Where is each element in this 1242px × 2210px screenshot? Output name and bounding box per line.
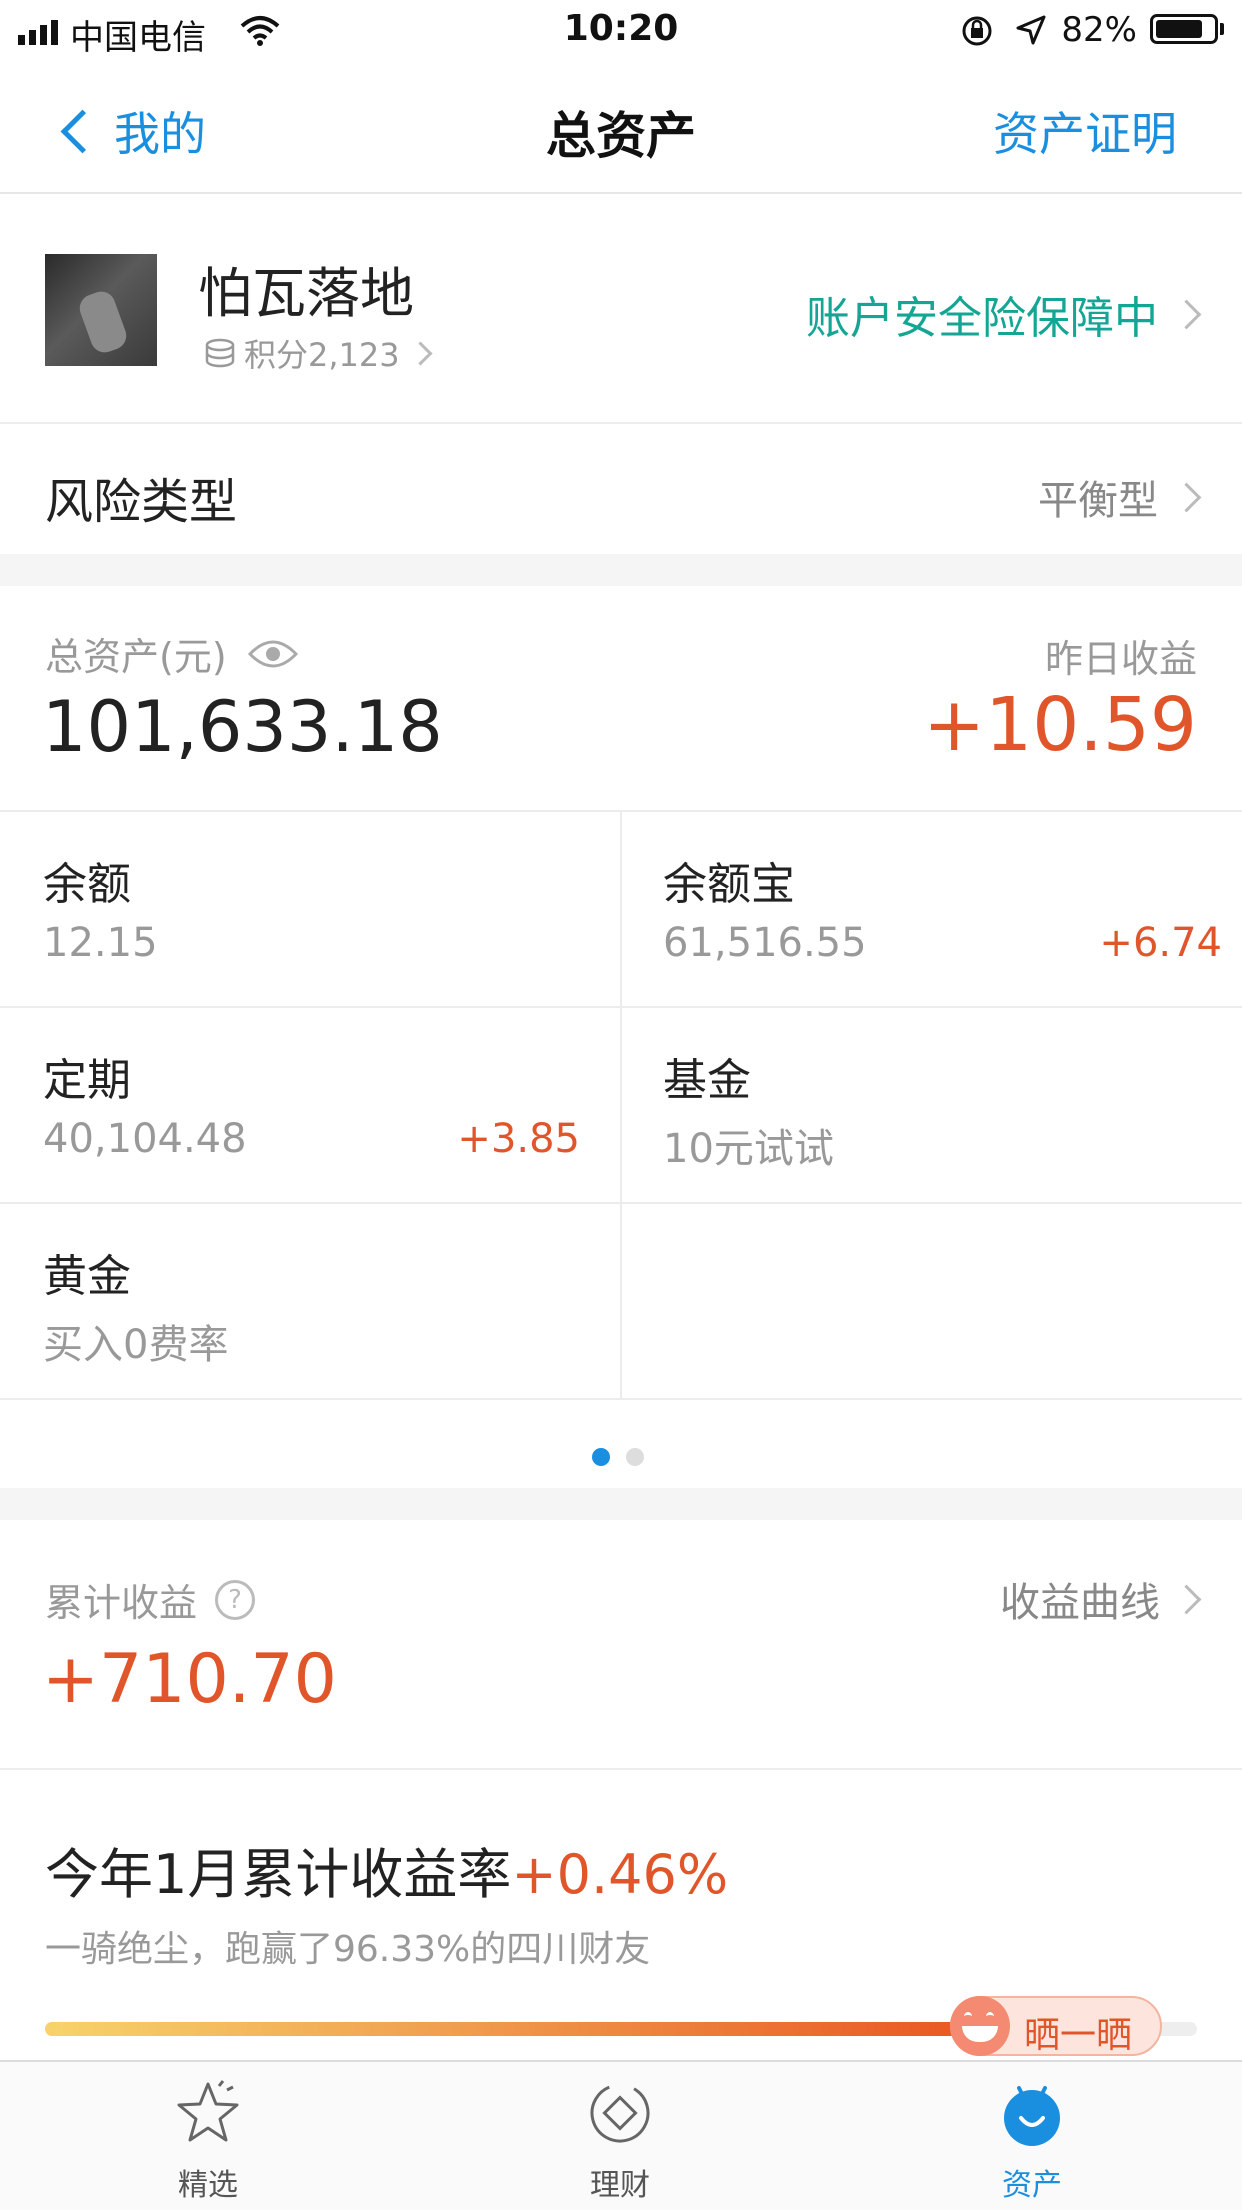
page-dot [626, 1448, 644, 1466]
tab-assets[interactable]: 资产 [932, 2078, 1132, 2204]
asset-cell-fund[interactable]: 基金 10元试试 [622, 1008, 1242, 1202]
cell-value: 买入0费率 [43, 1322, 229, 1368]
nav-bar: 我的 总资产 资产证明 [0, 62, 1242, 194]
cumulative-label: 累计收益 [45, 1581, 198, 1625]
risk-value: 平衡型 [1038, 478, 1158, 524]
divider [0, 1398, 1242, 1400]
rate-value: +0.46% [511, 1843, 729, 1906]
asset-cell-fixed-term[interactable]: 定期 40,104.48 +3.85 [0, 1008, 620, 1202]
cell-increment: +6.74 [1099, 920, 1222, 966]
tab-label: 精选 [178, 2168, 238, 2203]
asset-proof-link[interactable]: 资产证明 [993, 98, 1177, 164]
page-dot-active [592, 1448, 610, 1466]
rate-section: 今年1月累计收益率+0.46% 一骑绝尘，跑赢了96.33%的四川财友 晒一晒 [0, 1770, 1242, 2060]
coins-icon [205, 338, 235, 368]
divider [620, 812, 622, 1398]
profile-section: 怕瓦落地 积分2,123 账户安全险保障中 [0, 194, 1242, 422]
help-icon[interactable]: ? [215, 1579, 256, 1620]
star-icon [177, 2080, 239, 2142]
user-name: 怕瓦落地 [198, 262, 414, 325]
battery-percent: 82% [1061, 10, 1137, 50]
income-curve-link[interactable]: 收益曲线 [1000, 1570, 1202, 1628]
cell-value: 40,104.48 [43, 1116, 247, 1162]
risk-type-row[interactable]: 风险类型 平衡型 [0, 424, 1242, 554]
tab-bar: 精选 理财 资产 [0, 2060, 1242, 2210]
cell-title: 定期 [43, 1055, 131, 1106]
chevron-right-icon [408, 340, 433, 366]
rotation-lock-icon [962, 16, 992, 46]
cell-increment: +3.85 [457, 1116, 580, 1162]
share-label: 晒一晒 [1024, 2015, 1133, 2056]
points-label: 积分2,123 [244, 336, 400, 374]
total-assets-label-row: 总资产(元) [45, 626, 299, 681]
clock: 10:20 [563, 8, 679, 49]
location-arrow-icon [1016, 15, 1046, 45]
cell-value: 61,516.55 [663, 920, 867, 966]
cell-title: 余额宝 [663, 859, 795, 910]
chevron-right-icon [1171, 1584, 1202, 1614]
tab-finance[interactable]: 理财 [520, 2078, 720, 2204]
risk-label: 风险类型 [45, 474, 238, 530]
asset-cell-yuebao[interactable]: 余额宝 61,516.55 +6.74 [622, 812, 1242, 1006]
rank-progress-fill [45, 2022, 1022, 2036]
assets-icon [1004, 2086, 1060, 2146]
eye-icon[interactable] [247, 636, 299, 672]
cell-title: 余额 [43, 859, 131, 910]
grin-face-icon [950, 1996, 1010, 2056]
total-assets-value: 101,633.18 [42, 686, 443, 768]
rate-title: 今年1月累计收益率 [45, 1843, 512, 1906]
cumulative-label-row: 累计收益 ? [45, 1572, 256, 1627]
asset-cell-gold[interactable]: 黄金 买入0费率 [0, 1204, 620, 1398]
rate-headline: 今年1月累计收益率+0.46% [45, 1830, 728, 1909]
cell-value: 10元试试 [663, 1126, 834, 1172]
points-link[interactable]: 积分2,123 [204, 330, 433, 376]
avatar[interactable] [45, 254, 157, 366]
chevron-right-icon [1171, 299, 1202, 329]
cell-title: 基金 [663, 1055, 751, 1106]
finance-icon [590, 2083, 650, 2143]
share-button[interactable]: 晒一晒 [950, 1996, 1162, 2056]
yesterday-income-value: +10.59 [923, 682, 1197, 768]
risk-value-group: 平衡型 [1038, 468, 1202, 526]
cumulative-section: 累计收益 ? 收益曲线 +710.70 [0, 1520, 1242, 1768]
tab-label: 资产 [1002, 2168, 1062, 2203]
yesterday-label: 昨日收益 [1044, 637, 1197, 681]
cumulative-value: +710.70 [42, 1640, 337, 1719]
income-curve-label: 收益曲线 [1000, 1580, 1160, 1626]
rate-subtitle: 一骑绝尘，跑赢了96.33%的四川财友 [45, 1929, 651, 1970]
tab-featured[interactable]: 精选 [108, 2078, 308, 2204]
chevron-right-icon [1171, 482, 1202, 512]
page-indicator[interactable] [592, 1448, 644, 1466]
asset-cell-balance[interactable]: 余额 12.15 [0, 812, 620, 1006]
battery-icon [1150, 14, 1218, 44]
total-assets-label: 总资产(元) [45, 635, 227, 679]
insurance-link[interactable]: 账户安全险保障中 [806, 282, 1202, 346]
battery-fill [1156, 20, 1202, 38]
cell-value: 12.15 [43, 920, 158, 966]
status-bar: 中国电信 10:20 82% [0, 0, 1242, 62]
battery-cap [1220, 23, 1224, 35]
insurance-label: 账户安全险保障中 [806, 293, 1158, 344]
assets-section: 总资产(元) 昨日收益 101,633.18 +10.59 余额 12.15 余… [0, 586, 1242, 1488]
tab-label: 理财 [590, 2168, 650, 2203]
cell-title: 黄金 [43, 1251, 131, 1302]
